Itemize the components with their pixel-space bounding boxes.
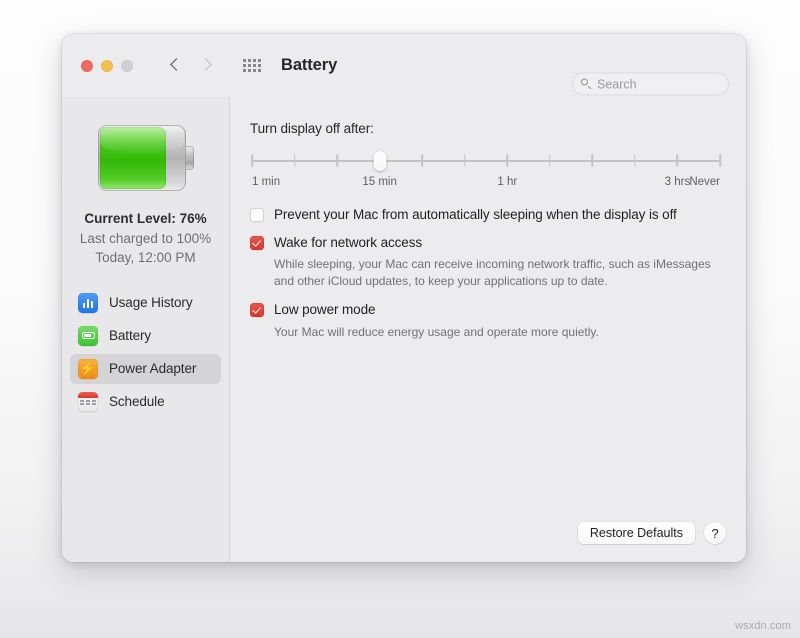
slider-ticks: [251, 154, 721, 167]
last-charged-time: Today, 12:00 PM: [95, 250, 196, 266]
slider-tick-labels: 1 min 15 min 1 hr 3 hrs Never: [252, 176, 720, 192]
last-charged-text: Last charged to 100%: [79, 230, 212, 246]
page-title: Battery: [281, 56, 338, 74]
search-input[interactable]: Search: [572, 72, 729, 96]
slider-tick-label: Never: [689, 176, 720, 188]
slider-tick: [634, 154, 636, 167]
sidebar-item-label: Power Adapter: [109, 361, 197, 377]
sidebar-item-usage-history[interactable]: Usage History: [70, 288, 221, 318]
sidebar-item-label: Battery: [109, 328, 152, 344]
battery-icon: [78, 325, 98, 346]
battery-status: Current Level: 76% Last charged to 100% …: [62, 209, 229, 268]
low-power-mode-helper: Your Mac will reduce energy usage and op…: [274, 324, 599, 339]
window-body: Current Level: 76% Last charged to 100% …: [62, 97, 746, 562]
show-all-grid-icon[interactable]: [243, 59, 261, 72]
traffic-lights: [81, 59, 133, 72]
schedule-icon: [78, 391, 98, 412]
slider-tick: [251, 154, 253, 167]
minimize-button[interactable]: [101, 59, 113, 72]
sidebar: Current Level: 76% Last charged to 100% …: [62, 97, 230, 562]
prevent-sleep-checkbox[interactable]: [250, 208, 264, 222]
slider-tick-label: 15 min: [362, 176, 397, 188]
window-titlebar: Battery Search: [62, 34, 746, 97]
zoom-button[interactable]: [121, 59, 133, 72]
navigation-buttons: [171, 57, 211, 74]
power-adapter-icon: ⚡: [78, 358, 98, 379]
current-level-text: Current Level: 76%: [84, 211, 207, 226]
slider-tick: [549, 154, 551, 167]
display-sleep-slider[interactable]: 1 min 15 min 1 hr 3 hrs Never: [251, 151, 721, 195]
forward-chevron-icon[interactable]: [201, 57, 211, 74]
option-low-power-mode[interactable]: Low power mode: [250, 302, 726, 318]
content-pane: Turn display off after: 1 min 15 min 1 hr 3…: [230, 97, 746, 562]
sidebar-list: Usage History Battery ⚡ Power Adapter Sc…: [62, 288, 229, 417]
battery-graphic: [97, 125, 194, 191]
search-icon: [581, 78, 592, 90]
usage-history-icon: [78, 292, 98, 313]
slider-tick: [421, 154, 423, 167]
search-placeholder: Search: [597, 77, 637, 91]
sidebar-item-battery[interactable]: Battery: [70, 321, 221, 351]
option-label: Low power mode: [274, 302, 376, 318]
slider-thumb[interactable]: [373, 151, 387, 171]
slider-tick-label: 3 hrs: [664, 176, 691, 188]
slider-tick: [463, 154, 466, 167]
close-button[interactable]: [81, 59, 93, 72]
wake-for-network-helper: While sleeping, your Mac can receive inc…: [274, 257, 711, 289]
option-label: Prevent your Mac from automatically slee…: [274, 207, 677, 222]
slider-tick-label: 1 min: [252, 176, 281, 188]
display-sleep-label: Turn display off after:: [250, 121, 374, 136]
watermark: wsxdn.com: [735, 620, 791, 632]
slider-tick: [676, 154, 679, 167]
slider-tick: [719, 154, 721, 167]
slider-tick: [591, 154, 594, 167]
button-row: Restore Defaults ?: [577, 522, 726, 544]
restore-defaults-button[interactable]: Restore Defaults: [577, 522, 695, 544]
back-chevron-icon[interactable]: [171, 57, 181, 74]
slider-tick: [293, 154, 296, 167]
slider-tick: [336, 154, 338, 167]
option-prevent-sleep[interactable]: Prevent your Mac from automatically slee…: [250, 207, 726, 223]
wake-for-network-checkbox[interactable]: [250, 236, 264, 251]
sidebar-item-schedule[interactable]: Schedule: [70, 387, 221, 417]
preferences-window: Battery Search Current Level: 76% Last c…: [62, 34, 746, 562]
low-power-mode-checkbox[interactable]: [250, 303, 264, 318]
sidebar-item-label: Usage History: [109, 295, 193, 311]
sidebar-item-power-adapter[interactable]: ⚡ Power Adapter: [70, 353, 221, 384]
option-wake-for-network[interactable]: Wake for network access: [250, 235, 726, 251]
slider-tick: [506, 154, 509, 167]
sidebar-item-label: Schedule: [109, 394, 165, 410]
help-button[interactable]: ?: [704, 522, 726, 544]
slider-tick-label: 1 hr: [497, 176, 518, 188]
option-label: Wake for network access: [274, 235, 422, 251]
